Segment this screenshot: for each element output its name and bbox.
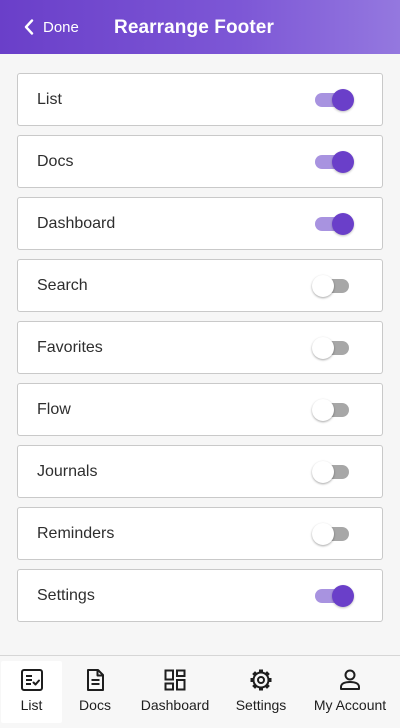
page-title: Rearrange Footer — [114, 17, 274, 38]
toggle-switch[interactable] — [312, 150, 358, 174]
footer-item-favorites: Favorites — [17, 321, 383, 374]
footer-item-dashboard: Dashboard — [17, 197, 383, 250]
header-bar: Done Rearrange Footer — [0, 0, 400, 54]
footer-item-docs: Docs — [17, 135, 383, 188]
footer-item-label: Search — [37, 277, 88, 294]
tab-docs[interactable]: Docs — [66, 661, 124, 723]
tab-dashboard[interactable]: Dashboard — [132, 661, 218, 723]
toggle-switch[interactable] — [312, 88, 358, 112]
toggle-switch[interactable] — [312, 460, 358, 484]
footer-item-label: Reminders — [37, 525, 115, 542]
footer-item-settings: Settings — [17, 569, 383, 622]
dashboard-icon — [132, 667, 218, 693]
footer-item-reminders: Reminders — [17, 507, 383, 560]
tab-settings[interactable]: Settings — [226, 661, 296, 723]
done-button[interactable]: Done — [24, 16, 79, 38]
toggle-switch[interactable] — [312, 274, 358, 298]
toggle-switch[interactable] — [312, 584, 358, 608]
tab-my-account[interactable]: My Account — [304, 661, 396, 723]
tab-list[interactable]: List — [1, 661, 62, 723]
tab-label: Settings — [235, 697, 287, 713]
tab-label: Docs — [79, 697, 111, 713]
footer-item-label: Settings — [37, 587, 95, 604]
toggle-switch[interactable] — [312, 398, 358, 422]
user-icon — [304, 667, 396, 693]
footer-tab-bar: List Docs Dashboard Settings My Account — [0, 655, 400, 728]
toggle-switch[interactable] — [312, 522, 358, 546]
footer-items-list: List Docs Dashboard Search Favorites Flo… — [17, 73, 383, 631]
footer-item-list: List — [17, 73, 383, 126]
toggle-switch[interactable] — [312, 212, 358, 236]
footer-item-label: List — [37, 91, 62, 108]
tab-label: List — [20, 697, 43, 713]
chevron-left-icon — [24, 19, 34, 35]
toggle-switch[interactable] — [312, 336, 358, 360]
footer-item-label: Journals — [37, 463, 98, 480]
footer-item-journals: Journals — [17, 445, 383, 498]
footer-item-label: Docs — [37, 153, 74, 170]
document-icon — [66, 667, 124, 693]
footer-item-label: Flow — [37, 401, 71, 418]
done-label: Done — [43, 18, 79, 36]
checklist-icon — [1, 667, 62, 693]
footer-item-flow: Flow — [17, 383, 383, 436]
footer-item-label: Favorites — [37, 339, 103, 356]
tab-label: Dashboard — [140, 697, 210, 713]
gear-icon — [226, 667, 296, 693]
footer-item-search: Search — [17, 259, 383, 312]
tab-label: My Account — [313, 697, 387, 713]
footer-item-label: Dashboard — [37, 215, 116, 232]
